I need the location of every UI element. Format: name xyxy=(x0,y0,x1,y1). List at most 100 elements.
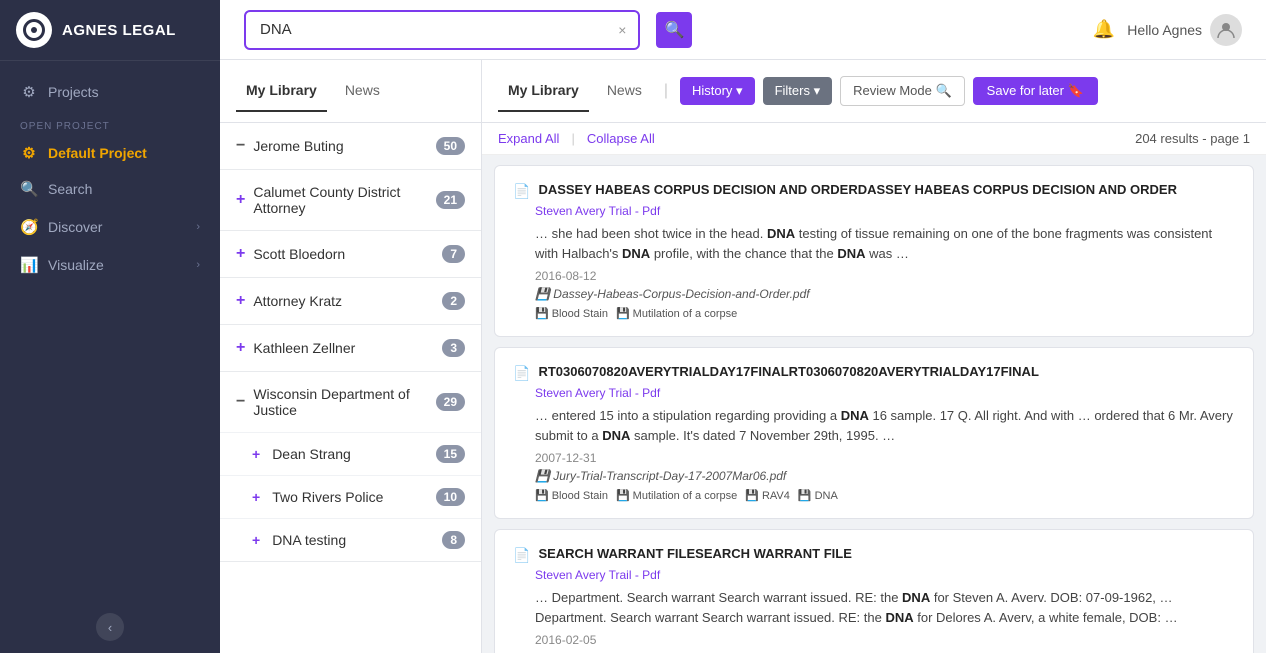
content-area: My Library News − Jerome Buting 50 + xyxy=(220,60,1266,653)
result-tags-2: 💾 Blood Stain 💾 Mutilation of a corpse 💾… xyxy=(535,489,1235,502)
tag-mutilation[interactable]: 💾 Mutilation of a corpse xyxy=(616,307,737,320)
tag-mutilation[interactable]: 💾 Mutilation of a corpse xyxy=(616,489,737,502)
filters-button[interactable]: Filters ▾ xyxy=(763,77,833,105)
result-card-3: 📄 SEARCH WARRANT FILESEARCH WARRANT FILE… xyxy=(494,529,1254,653)
tag-icon: 💾 xyxy=(616,307,630,320)
result-title-text[interactable]: DASSEY HABEAS CORPUS DECISION AND ORDERD… xyxy=(538,182,1177,197)
section-count-badge: 7 xyxy=(442,245,465,263)
tag-blood-stain[interactable]: 💾 Blood Stain xyxy=(535,307,608,320)
sidebar-collapse-button[interactable]: ‹ xyxy=(96,613,124,641)
tag-dna[interactable]: 💾 DNA xyxy=(798,489,838,502)
left-panel: My Library News − Jerome Buting 50 + xyxy=(220,60,482,653)
collapse-all-button[interactable]: Collapse All xyxy=(587,131,655,146)
toolbar-row: Expand All | Collapse All 204 results - … xyxy=(482,123,1266,155)
subitem-two-rivers-police[interactable]: + Two Rivers Police 10 xyxy=(220,475,481,518)
app-name: AGNES LEGAL xyxy=(62,22,176,39)
result-title-3: 📄 SEARCH WARRANT FILESEARCH WARRANT FILE xyxy=(513,546,1235,564)
file-icon: 💾 xyxy=(535,469,550,483)
tab-right-news[interactable]: News xyxy=(597,70,652,112)
tag-rav4[interactable]: 💾 RAV4 xyxy=(745,489,790,502)
avatar xyxy=(1210,14,1242,46)
sidebar-item-projects-label: Projects xyxy=(48,84,99,100)
user-menu[interactable]: Hello Agnes xyxy=(1127,14,1242,46)
search-input[interactable] xyxy=(254,21,614,38)
result-tags-1: 💾 Blood Stain 💾 Mutilation of a corpse xyxy=(535,307,1235,320)
tab-my-library[interactable]: My Library xyxy=(236,70,327,112)
result-title-text[interactable]: SEARCH WARRANT FILESEARCH WARRANT FILE xyxy=(538,546,851,561)
sidebar-item-visualize[interactable]: 📊 Visualize › xyxy=(0,246,220,284)
default-project-label: Default Project xyxy=(48,145,147,161)
main-area: × 🔍 🔔 Hello Agnes My Library News xyxy=(220,0,1266,653)
sidebar-nav: ⚙ Projects OPEN PROJECT ⚙ Default Projec… xyxy=(0,61,220,296)
tag-icon: 💾 xyxy=(798,489,812,502)
section-name: Kathleen Zellner xyxy=(253,340,355,356)
tag-icon: 💾 xyxy=(616,489,630,502)
section-scott-bloedorn-header[interactable]: + Scott Bloedorn 7 xyxy=(220,231,481,277)
sidebar-default-project[interactable]: ⚙ Default Project xyxy=(0,136,220,170)
section-calumet-county: + Calumet County District Attorney 21 xyxy=(220,170,481,231)
section-jerome-buting-header[interactable]: − Jerome Buting 50 xyxy=(220,123,481,169)
result-source-2[interactable]: Steven Avery Trial - Pdf xyxy=(535,386,1235,400)
section-count-badge: 2 xyxy=(442,292,465,310)
sidebar-item-search[interactable]: 🔍 Search xyxy=(0,170,220,208)
expand-icon: + xyxy=(236,191,245,209)
history-button[interactable]: History ▾ xyxy=(680,77,755,105)
expand-icon: + xyxy=(236,292,245,310)
save-for-later-label: Save for later 🔖 xyxy=(987,83,1084,99)
header: × 🔍 🔔 Hello Agnes xyxy=(220,0,1266,60)
subitem-name: Two Rivers Police xyxy=(272,489,383,505)
result-date-3: 2016-02-05 xyxy=(535,633,1235,647)
section-kathleen-zellner: + Kathleen Zellner 3 xyxy=(220,325,481,372)
result-date-1: 2016-08-12 xyxy=(535,269,1235,283)
section-name: Scott Bloedorn xyxy=(253,246,345,262)
document-icon: 📄 xyxy=(513,547,530,564)
section-calumet-county-header[interactable]: + Calumet County District Attorney 21 xyxy=(220,170,481,230)
section-kathleen-zellner-header[interactable]: + Kathleen Zellner 3 xyxy=(220,325,481,371)
save-for-later-button[interactable]: Save for later 🔖 xyxy=(973,77,1098,105)
result-title-text[interactable]: RT0306070820AVERYTRIALDAY17FINALRT030607… xyxy=(538,364,1038,379)
search-clear-button[interactable]: × xyxy=(614,22,630,38)
subitem-dean-strang[interactable]: + Dean Strang 15 xyxy=(220,432,481,475)
search-submit-icon: 🔍 xyxy=(664,20,684,40)
result-source-3[interactable]: Steven Avery Trail - Pdf xyxy=(535,568,1235,582)
result-title-1: 📄 DASSEY HABEAS CORPUS DECISION AND ORDE… xyxy=(513,182,1235,200)
search-submit-button[interactable]: 🔍 xyxy=(656,12,692,48)
section-attorney-kratz-header[interactable]: + Attorney Kratz 2 xyxy=(220,278,481,324)
section-count-badge: 50 xyxy=(436,137,465,155)
sidebar-item-search-label: Search xyxy=(48,181,92,197)
expand-icon: + xyxy=(236,339,245,357)
section-name: Calumet County District Attorney xyxy=(253,184,435,216)
section-name: Wisconsin Department of Justice xyxy=(253,386,435,418)
tag-icon: 💾 xyxy=(535,489,549,502)
document-icon: 📄 xyxy=(513,183,530,200)
result-card-2: 📄 RT0306070820AVERYTRIALDAY17FINALRT0306… xyxy=(494,347,1254,519)
sidebar-collapse-area: ‹ xyxy=(0,601,220,653)
section-name: Jerome Buting xyxy=(253,138,343,154)
subitem-count-badge: 10 xyxy=(436,488,465,506)
section-count-badge: 29 xyxy=(436,393,465,411)
result-snippet-1: … she had been shot twice in the head. D… xyxy=(535,224,1235,263)
sidebar-item-projects[interactable]: ⚙ Projects xyxy=(0,73,220,111)
discover-icon: 🧭 xyxy=(20,218,38,236)
subitem-count-badge: 8 xyxy=(442,531,465,549)
tag-blood-stain[interactable]: 💾 Blood Stain xyxy=(535,489,608,502)
tab-right-my-library[interactable]: My Library xyxy=(498,70,589,112)
subitem-dna-testing[interactable]: + DNA testing 8 xyxy=(220,518,481,561)
section-count-badge: 3 xyxy=(442,339,465,357)
sidebar-item-discover[interactable]: 🧭 Discover › xyxy=(0,208,220,246)
expand-collapse-controls: Expand All | Collapse All xyxy=(498,131,655,146)
result-source-1[interactable]: Steven Avery Trial - Pdf xyxy=(535,204,1235,218)
subitem-expand-icon: + xyxy=(252,446,260,462)
tab-news[interactable]: News xyxy=(335,70,390,112)
result-filename-2: 💾 Jury-Trial-Transcript-Day-17-2007Mar06… xyxy=(535,469,1235,483)
section-wisconsin-doj: − Wisconsin Department of Justice 29 + D… xyxy=(220,372,481,562)
right-panel: My Library News | History ▾ Filters ▾ Re… xyxy=(482,60,1266,653)
review-mode-button[interactable]: Review Mode 🔍 xyxy=(840,76,965,106)
project-gear-icon: ⚙ xyxy=(20,144,38,162)
section-wisconsin-doj-header[interactable]: − Wisconsin Department of Justice 29 xyxy=(220,372,481,432)
visualize-arrow-icon: › xyxy=(196,259,200,271)
section-count-badge: 21 xyxy=(436,191,465,209)
notification-bell-icon[interactable]: 🔔 xyxy=(1093,19,1115,40)
expand-all-button[interactable]: Expand All xyxy=(498,131,559,146)
section-name: Attorney Kratz xyxy=(253,293,342,309)
